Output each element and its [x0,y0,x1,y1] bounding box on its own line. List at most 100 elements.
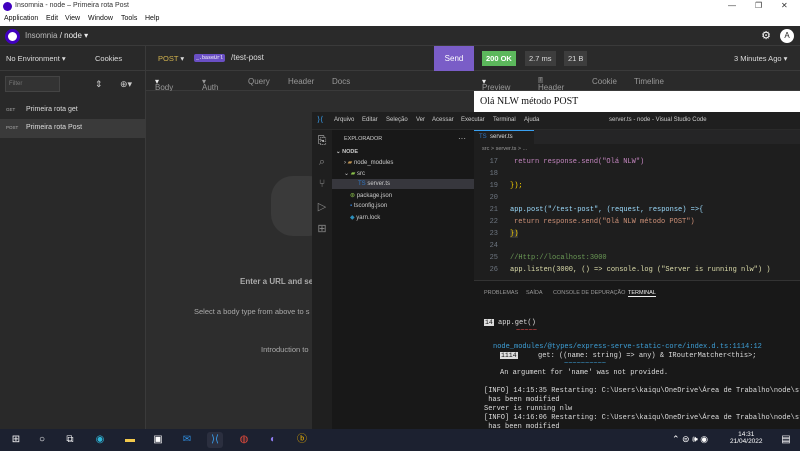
sidebar-request-post[interactable]: POST Primeira rota Post [0,119,146,138]
breadcrumb[interactable]: Insomnia / node ▾ [25,31,88,40]
tree-yarn-lock[interactable]: ◆ yarn.lock [350,214,380,221]
vs-menu-executar[interactable]: Executar [461,117,485,123]
tab-docs[interactable]: Docs [332,77,350,86]
menu-edit[interactable]: Edit [46,15,58,22]
restore-icon[interactable]: ❐ [755,1,762,10]
tree-package-json[interactable]: ⊛ package.json [350,192,392,199]
terminal-line: [INFO] 14:15:35 Restarting: C:\Users\kai… [484,387,800,395]
editor-breadcrumb[interactable]: src > server.ts > ... [482,146,527,152]
panel-tab-output[interactable]: SAÍDA [526,290,543,296]
vs-menu-acessar[interactable]: Acessar [432,117,454,123]
search-icon[interactable]: ⌕ [315,156,329,170]
menu-application[interactable]: Application [4,15,38,22]
add-menu-icon[interactable]: ⊕▾ [120,79,132,90]
tree-root[interactable]: ⌄ NODE [336,149,358,155]
method-select[interactable]: POST ▾ [158,54,184,63]
tab-response-header[interactable]: Header 7 [538,77,564,92]
code-lines: 17 18 19 20 21 22 23 24 25 26 return res… [474,158,800,280]
request-tabs: Body ▾ Auth ▾ Query Header Docs [146,71,474,92]
extensions-icon[interactable]: ⊞ [315,222,329,236]
menu-window[interactable]: Window [88,15,113,22]
empty-hint: Enter a URL and send [240,277,323,286]
close-icon[interactable]: ✕ [781,1,788,10]
system-tray-icons[interactable]: ⌃ ⊜ 🕪 ◉ [672,434,708,445]
menu-tools[interactable]: Tools [121,15,137,22]
vs-menu-arquivo[interactable]: Arquivo [334,117,354,123]
tree-tsconfig-json[interactable]: ▪ tsconfig.json [350,203,387,209]
search-icon[interactable]: ○ [34,432,50,448]
tree-node-modules[interactable]: › ▰ node_modules [344,159,393,166]
history-dropdown[interactable]: 3 Minutes Ago ▾ [734,54,787,63]
panel-tab-debug-console[interactable]: CONSOLE DE DEPURAÇÃO [553,290,625,296]
breadcrumb-project[interactable]: node [64,31,82,40]
task-view-icon[interactable]: ⧉ [62,432,78,448]
file-explorer-icon[interactable]: ▬ [122,432,138,448]
intro-hint[interactable]: Introduction to [261,345,309,354]
ts-file-icon: TS [479,134,487,140]
tab-timeline[interactable]: Timeline [634,77,664,86]
edge-icon[interactable]: ◉ [92,432,108,448]
chrome-icon[interactable]: ◍ [236,432,252,448]
request-name: Primeira rota Post [26,124,83,131]
vscode-titlebar: ⟩⟨ Arquivo Editar Seleção Ver Acessar Ex… [312,112,800,130]
panel-tab-terminal[interactable]: TERMINAL [628,290,656,297]
vs-menu-terminal[interactable]: Terminal [493,117,516,123]
terminal-line: has been modified [484,396,560,404]
panel-tab-problems[interactable]: PROBLEMAS [484,290,518,296]
sort-icon[interactable]: ⇕ [95,79,103,90]
cookies-button[interactable]: Cookies [95,54,122,63]
mail-icon[interactable]: ✉ [179,432,195,448]
app-b-icon[interactable]: ⓑ [294,432,310,448]
breadcrumb-app[interactable]: Insomnia [25,31,57,40]
settings-gear-icon[interactable]: ⚙ [759,29,773,43]
vs-menu-ajuda[interactable]: Ajuda [524,117,539,123]
terminal-line: ~~~~~~~~~~ [564,360,607,368]
tsconfig-file-icon: ▪ [350,203,353,209]
run-debug-icon[interactable]: ▷ [315,200,329,214]
vs-menu-ver[interactable]: Ver [416,117,425,123]
store-icon[interactable]: ▣ [150,432,166,448]
menu-view[interactable]: View [65,15,80,22]
editor-tab-server-ts[interactable]: TS server.ts [474,130,534,144]
tab-cookie[interactable]: Cookie [592,77,617,86]
line-number: 26 [489,266,498,274]
windows-start-icon[interactable]: ⊞ [8,432,24,448]
base-url-tag[interactable]: _.baseUrl [194,54,226,62]
explorer-icon[interactable]: ⎘ [315,135,329,149]
tree-label: yarn.lock [356,215,381,221]
line-number: 23 [489,230,498,238]
notifications-icon[interactable]: ▤ [778,432,794,448]
tree-src[interactable]: ⌄ ▰ src [344,170,365,177]
source-control-icon[interactable]: ⑂ [315,178,329,192]
terminal-line: app.get() [498,319,536,327]
tab-preview[interactable]: Preview ▾ [482,77,510,92]
tab-body[interactable]: Body ▾ [155,77,173,92]
tab-auth[interactable]: Auth ▾ [202,77,218,92]
insomnia-taskbar-icon[interactable]: ◐ [265,432,281,448]
vs-menu-selecao[interactable]: Seleção [386,117,408,123]
menu-help[interactable]: Help [145,15,159,22]
account-icon[interactable]: A [780,29,794,43]
yarn-file-icon: ◆ [350,215,355,221]
request-method: POST [6,125,19,130]
line-number: 20 [489,194,498,202]
taskbar-clock[interactable]: 14:31 21/04/2022 [730,431,763,445]
json-file-icon: ⊛ [350,193,356,199]
minimize-icon[interactable]: — [728,1,736,10]
terminal-linenum: 14 [484,319,494,326]
url-path[interactable]: /test-post [231,53,264,62]
tab-query[interactable]: Query [248,77,270,86]
vs-menu-editar[interactable]: Editar [362,117,378,123]
send-button[interactable]: Send [434,46,474,71]
sidebar-request-get[interactable]: GET Primeira rota get [0,101,146,120]
tree-server-ts[interactable]: TS server.ts [358,181,390,187]
tree-label: src [357,171,365,177]
terminal-line: get: ((name: string) => any) & IRouterMa… [538,352,757,360]
environment-select[interactable]: No Environment ▾ [6,54,66,63]
code-editor[interactable]: TS server.ts src > server.ts > ... 17 18… [474,130,800,280]
vscode-taskbar-icon[interactable]: ⟩⟨ [207,432,223,448]
filter-input[interactable]: Filter [5,76,60,92]
tab-header[interactable]: Header [288,77,314,86]
line-number: 22 [489,218,498,226]
more-icon[interactable]: ··· [458,134,466,143]
